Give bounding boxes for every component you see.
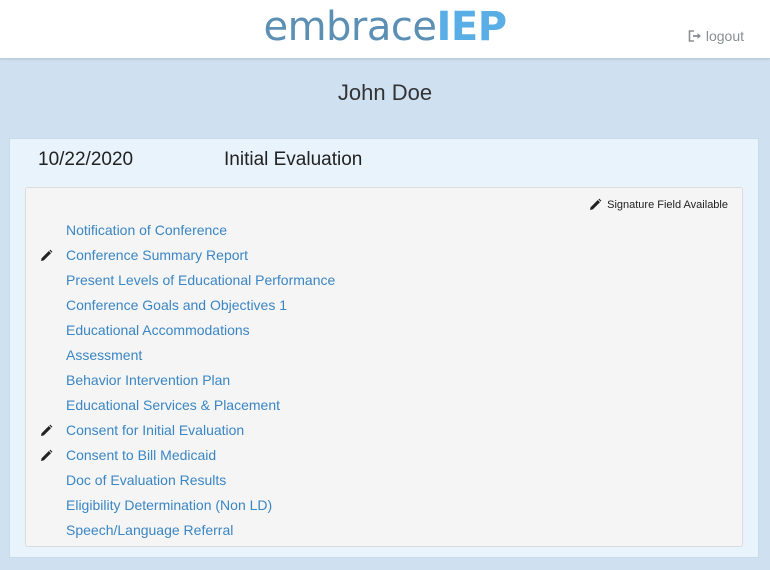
- document-link[interactable]: Behavior Intervention Plan: [66, 368, 230, 393]
- document-link[interactable]: Educational Accommodations: [66, 318, 250, 343]
- document-list-item: Eligibility Determination (Non LD): [26, 493, 742, 518]
- evaluation-date: 10/22/2020: [38, 149, 134, 170]
- document-list-item: Present Levels of Educational Performanc…: [26, 268, 742, 293]
- document-link[interactable]: Educational Services & Placement: [66, 393, 280, 418]
- document-list-item: Behavior Intervention Plan: [26, 368, 742, 393]
- document-link[interactable]: Consent to Bill Medicaid: [66, 443, 216, 468]
- app-logo[interactable]: embraceIEP: [0, 4, 770, 50]
- document-list-item: Notification of Conference: [26, 218, 742, 243]
- logout-icon: [688, 30, 703, 42]
- document-list-panel: Signature Field Available Notification o…: [25, 187, 743, 547]
- document-list-item: Educational Accommodations: [26, 318, 742, 343]
- logo-text-accent: IEP: [436, 4, 508, 50]
- document-list-item: Conference Goals and Objectives 1: [26, 293, 742, 318]
- document-link[interactable]: Assessment: [66, 343, 142, 368]
- document-link[interactable]: Consent for Initial Evaluation: [66, 418, 244, 443]
- document-list-item: Educational Services & Placement: [26, 393, 742, 418]
- evaluation-panel: 10/22/2020 Initial Evaluation Signature …: [9, 138, 759, 558]
- document-list-item: Doc of Evaluation Results: [26, 468, 742, 493]
- patient-name: John Doe: [337, 80, 433, 105]
- document-link[interactable]: Present Levels of Educational Performanc…: [66, 268, 335, 293]
- document-list-item: Consent for Initial Evaluation: [26, 418, 742, 443]
- pencil-icon: [39, 449, 53, 463]
- pencil-icon: [39, 249, 53, 263]
- document-link[interactable]: Notification of Conference: [66, 218, 227, 243]
- document-link[interactable]: Speech/Language Referral: [66, 518, 233, 543]
- document-link[interactable]: Eligibility Determination (Non LD): [66, 493, 272, 518]
- document-list: Notification of Conference Conference Sum…: [26, 218, 742, 543]
- pencil-icon: [39, 424, 53, 438]
- evaluation-title: Initial Evaluation: [224, 149, 363, 170]
- document-link[interactable]: Doc of Evaluation Results: [66, 468, 226, 493]
- document-list-item: Speech/Language Referral: [26, 518, 742, 543]
- logout-button[interactable]: logout: [688, 28, 744, 44]
- document-link[interactable]: Conference Summary Report: [66, 243, 248, 268]
- app-header: embraceIEP logout: [0, 0, 770, 59]
- document-link[interactable]: Conference Goals and Objectives 1: [66, 293, 287, 318]
- logo-text-primary: embrace: [263, 4, 437, 50]
- pencil-icon: [588, 198, 602, 212]
- signature-legend: Signature Field Available: [588, 198, 728, 212]
- signature-legend-label: Signature Field Available: [607, 199, 728, 211]
- logout-label: logout: [705, 28, 744, 44]
- document-list-item: Assessment: [26, 343, 742, 368]
- document-list-item: Conference Summary Report: [26, 243, 742, 268]
- document-list-item: Consent to Bill Medicaid: [26, 443, 742, 468]
